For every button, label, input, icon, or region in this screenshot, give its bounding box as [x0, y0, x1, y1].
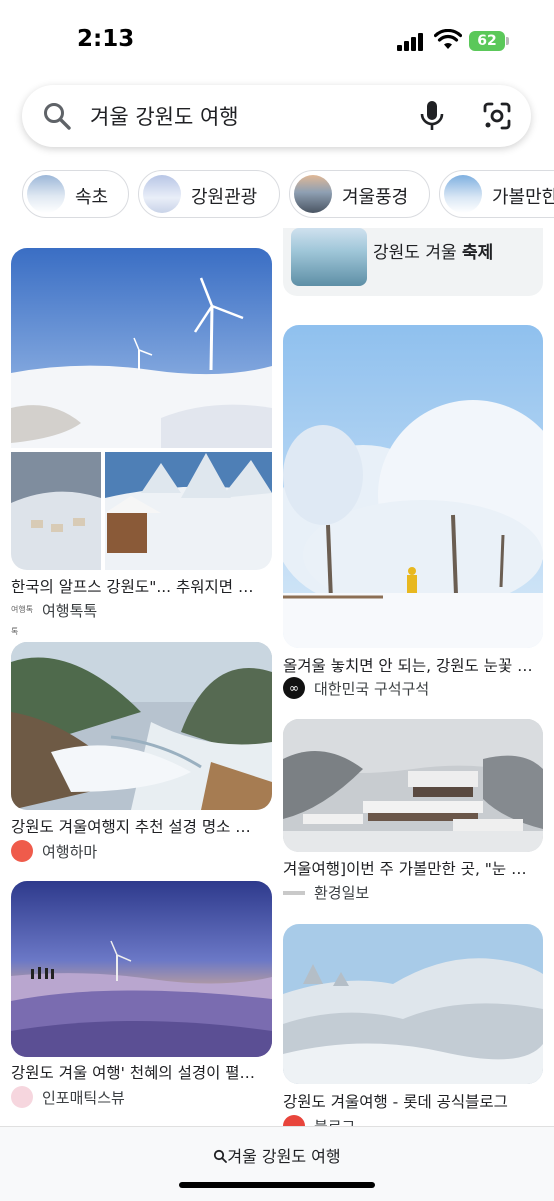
- cellular-signal-icon: [397, 33, 425, 51]
- search-icon[interactable]: [42, 101, 72, 131]
- wifi-icon: [434, 29, 462, 49]
- result-image: [11, 248, 272, 570]
- source-logo-icon: [11, 1086, 33, 1108]
- source-logo-icon: ∞: [283, 677, 305, 699]
- source-logo-icon: [11, 840, 33, 862]
- camera-lens-icon[interactable]: [482, 101, 512, 131]
- chip-label: 가볼만한: [492, 187, 554, 208]
- bottom-query[interactable]: 겨울 강원도 여행: [0, 1143, 554, 1167]
- result-source: 인포매틱스뷰: [42, 1089, 125, 1107]
- search-bar[interactable]: 겨울 강원도 여행: [22, 85, 531, 147]
- chip-sokcho[interactable]: 속초: [22, 170, 129, 218]
- result-source: 여행톡톡: [42, 602, 98, 620]
- result-title: 겨울여행]이번 주 가볼만한 곳, "눈 …: [283, 860, 527, 878]
- battery-tip: [506, 37, 509, 45]
- chip-gangwon-tourism[interactable]: 강원관광: [138, 170, 280, 218]
- status-bar: 2:13 62: [0, 0, 554, 78]
- search-icon: [214, 1149, 228, 1163]
- result-image: [11, 642, 272, 810]
- clock: 2:13: [77, 26, 135, 52]
- result-title: 강원도 겨울여행지 추천 설경 명소 …: [11, 818, 251, 836]
- result-image: [283, 325, 543, 648]
- result-image: [11, 881, 272, 1057]
- result-title: 한국의 알프스 강원도"... 추워지면 …: [11, 578, 254, 596]
- battery-icon: 62: [469, 31, 505, 51]
- festival-thumbnail: [291, 228, 367, 286]
- chip-thumbnail: [27, 175, 65, 213]
- source-logo-icon: [283, 891, 305, 895]
- chip-winter-scenery[interactable]: 겨울풍경: [289, 170, 430, 218]
- result-title: 올겨울 놓치면 안 되는, 강원도 눈꽃 …: [283, 657, 533, 675]
- chip-label: 속초: [75, 187, 109, 208]
- result-source: 환경일보: [314, 884, 370, 902]
- result-image: [283, 719, 543, 852]
- source-logo-icon: 여행톡톡: [11, 605, 34, 636]
- chip-label: 겨울풍경: [342, 187, 409, 208]
- chip-label: 강원관광: [191, 187, 258, 208]
- bottom-search-bar[interactable]: 겨울 강원도 여행: [0, 1126, 554, 1201]
- home-indicator[interactable]: [179, 1182, 375, 1188]
- festival-text: 강원도 겨울 축제: [373, 243, 494, 263]
- bottom-query-text: 겨울 강원도 여행: [227, 1147, 341, 1166]
- microphone-icon[interactable]: [417, 99, 447, 133]
- festival-card[interactable]: 강원도 겨울 축제: [283, 228, 543, 296]
- result-title: 강원도 겨울여행 - 롯데 공식블로그: [283, 1093, 508, 1111]
- suggestion-chips: 속초 강원관광 겨울풍경 가볼만한: [0, 164, 554, 226]
- search-input[interactable]: 겨울 강원도 여행: [90, 101, 239, 131]
- result-source: 대한민국 구석구석: [314, 680, 430, 698]
- chip-thumbnail: [294, 175, 332, 213]
- chip-places-to-visit[interactable]: 가볼만한: [439, 170, 554, 218]
- result-image: [283, 924, 543, 1084]
- result-source: 여행하마: [42, 843, 98, 861]
- chip-thumbnail: [444, 175, 482, 213]
- result-title: 강원도 겨울 여행' 천혜의 설경이 펼…: [11, 1064, 256, 1082]
- chip-thumbnail: [143, 175, 181, 213]
